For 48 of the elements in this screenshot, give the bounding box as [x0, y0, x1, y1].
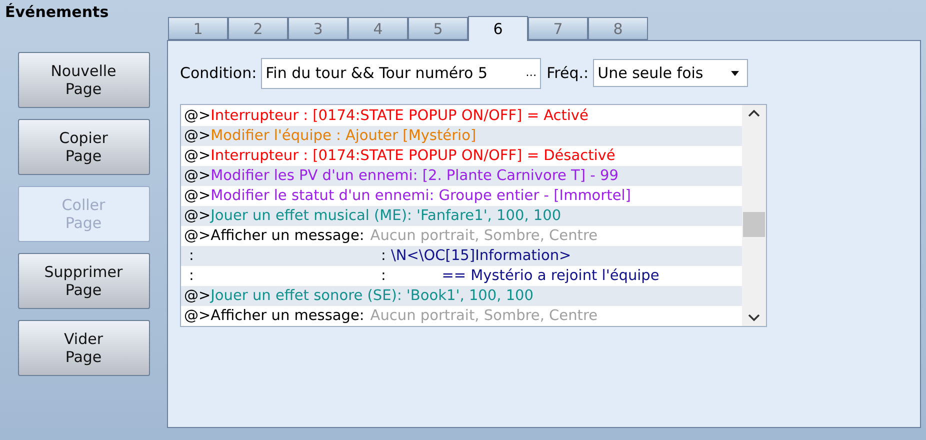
- continuation-marker: :: [381, 247, 387, 266]
- page-tab[interactable]: 5: [408, 17, 468, 40]
- command-marker: @>: [184, 207, 211, 226]
- scroll-up-icon[interactable]: [748, 109, 760, 117]
- page-button[interactable]: Nouvelle Page: [18, 52, 150, 108]
- command-marker: @>: [184, 107, 211, 126]
- continuation-marker: :: [188, 247, 195, 266]
- page-tab[interactable]: 3: [288, 17, 348, 40]
- command-text: Afficher un message:: [210, 307, 364, 326]
- command-text: Modifier l'équipe : Ajouter [Mystério]: [210, 127, 476, 146]
- command-marker: @>: [184, 187, 211, 206]
- command-text: Interrupteur : [0174:STATE POPUP ON/OFF] = Désactivé: [210, 147, 616, 166]
- page-button[interactable]: Vider Page: [18, 320, 150, 376]
- scroll-down-icon[interactable]: [748, 314, 760, 322]
- scroll-thumb[interactable]: [743, 212, 765, 237]
- command-marker: @>: [184, 147, 211, 166]
- condition-label: Condition:: [180, 62, 257, 84]
- command-text: Interrupteur : [0174:STATE POPUP ON/OFF] = Activé: [210, 107, 588, 126]
- command-text: Modifier les PV d'un ennemi: [2. Plante Carnivore T] - 99: [210, 167, 618, 186]
- caret-icon: [730, 70, 739, 76]
- command-marker: @>: [184, 287, 211, 306]
- command-text: Jouer un effet musical (ME): 'Fanfare1', 100, 100: [210, 207, 562, 226]
- command-text: == Mystério a rejoint l'équipe: [440, 267, 660, 286]
- command-marker: @>: [184, 127, 211, 146]
- frequency-dropdown[interactable]: Une seule fois: [592, 59, 748, 87]
- page-button[interactable]: Supprimer Page: [18, 253, 150, 309]
- page-tab[interactable]: 4: [348, 17, 408, 40]
- command-text: \N<\OC[15]Information>: [391, 247, 572, 266]
- command-marker: @>: [184, 227, 211, 246]
- command-marker: @>: [184, 307, 211, 326]
- command-text: Modifier le statut d'un ennemi: Groupe entier - [Immortel]: [210, 187, 631, 206]
- scrollbar[interactable]: [742, 105, 766, 326]
- command-marker: @>: [184, 167, 211, 186]
- page-tab[interactable]: 7: [528, 17, 588, 40]
- page-tab[interactable]: 1: [168, 17, 228, 40]
- page-tab[interactable]: 8: [588, 17, 648, 40]
- command-text: Aucun portrait, Sombre, Centre: [370, 227, 598, 246]
- continuation-marker: :: [381, 267, 387, 286]
- command-text: Jouer un effet sonore (SE): 'Book1', 100, 100: [210, 287, 534, 306]
- page-tab[interactable]: 2: [228, 17, 288, 40]
- condition-field[interactable]: Fin du tour && Tour numéro 5 …: [260, 58, 541, 88]
- panel-title: Événements: [4, 2, 110, 17]
- page-tab[interactable]: 6: [468, 16, 528, 41]
- continuation-marker: :: [188, 267, 195, 286]
- command-text: Afficher un message:: [210, 227, 364, 246]
- page-button[interactable]: Copier Page: [18, 119, 150, 175]
- frequency-label: Fréq.:: [546, 62, 589, 84]
- command-text: Aucun portrait, Sombre, Centre: [370, 307, 598, 326]
